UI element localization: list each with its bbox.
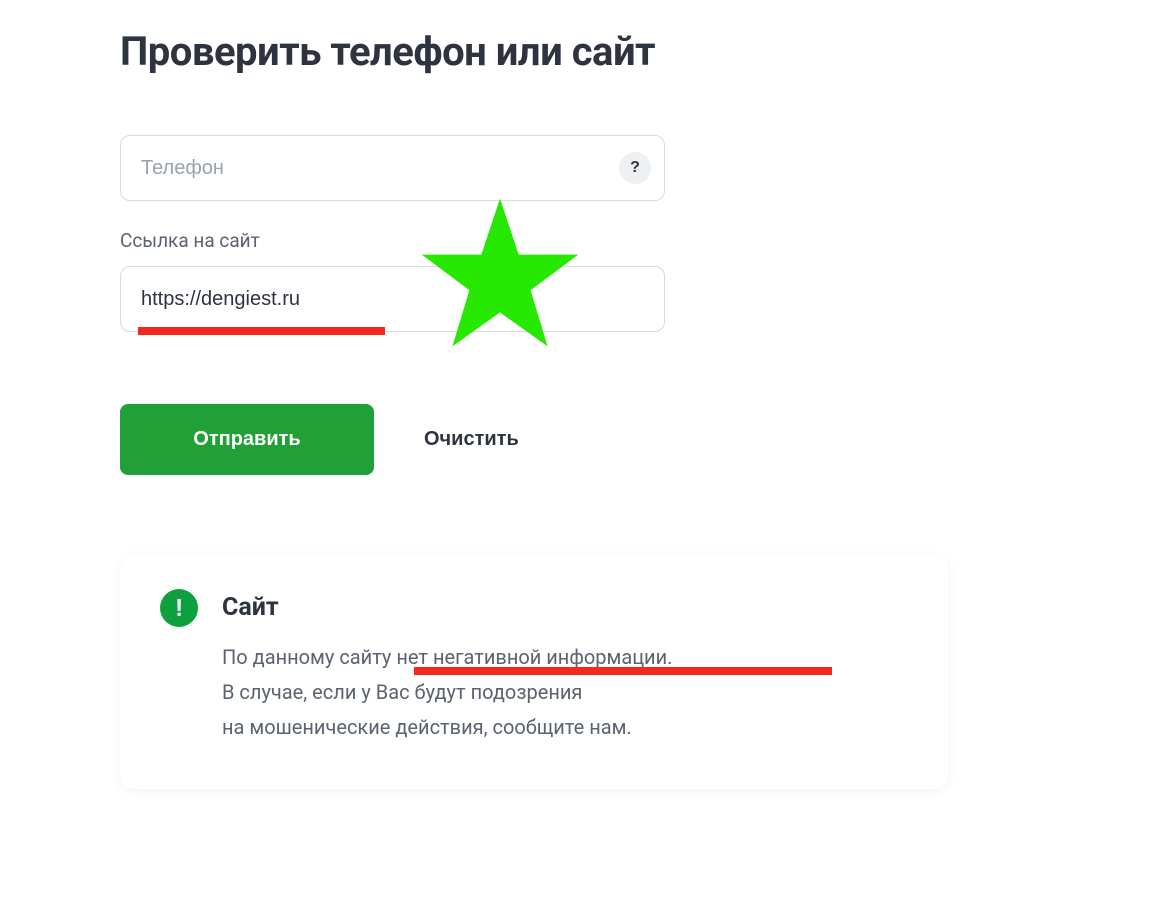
phone-help-button[interactable]: ? (619, 152, 651, 184)
url-field-group: Ссылка на сайт (120, 229, 665, 332)
annotation-star-icon (415, 190, 585, 364)
button-row: Отправить Очистить (120, 404, 1036, 475)
page-title: Проверить телефон или сайт (120, 28, 1036, 75)
clear-button[interactable]: Очистить (424, 428, 519, 451)
result-content: Сайт По данному сайту нет негативной инф… (222, 593, 908, 745)
url-input-wrapper (120, 266, 665, 332)
status-ok-icon: ! (160, 589, 198, 627)
exclamation-icon: ! (176, 596, 183, 620)
result-card: ! Сайт По данному сайту нет негативной и… (120, 555, 948, 789)
result-text: По данному сайту нет негативной информац… (222, 640, 908, 745)
annotation-underline-icon (414, 667, 832, 675)
annotation-underline-icon (138, 327, 385, 335)
result-title: Сайт (222, 593, 908, 622)
submit-button[interactable]: Отправить (120, 404, 374, 475)
